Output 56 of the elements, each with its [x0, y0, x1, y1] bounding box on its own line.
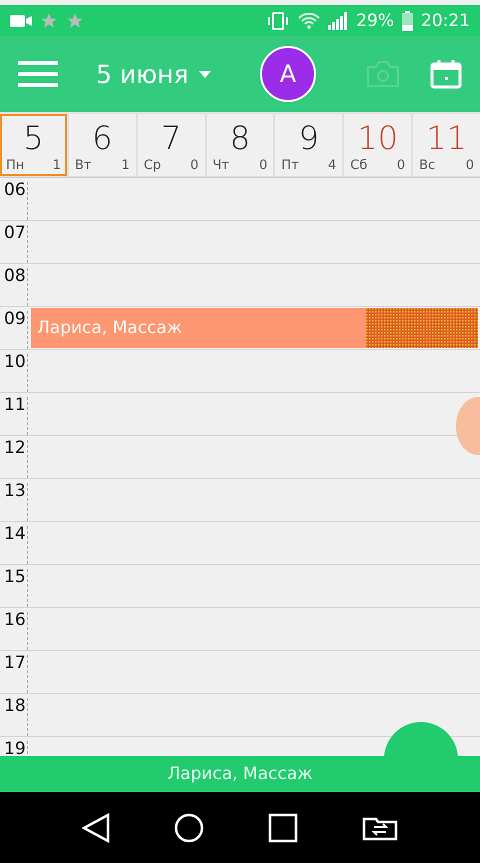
- weekday-label: Чт: [212, 158, 230, 173]
- hour-label: 17: [4, 653, 26, 673]
- day-number: 11: [425, 118, 468, 158]
- video-camera-icon: [10, 14, 32, 28]
- star-icon: [66, 12, 84, 30]
- hour-label: 15: [4, 567, 26, 587]
- day-tab[interactable]: 7 Ср 0: [138, 114, 205, 176]
- star-icon: [40, 12, 58, 30]
- event-count: 0: [259, 158, 268, 173]
- day-number: 7: [160, 118, 182, 158]
- hour-label: 12: [4, 438, 26, 458]
- hour-label: 10: [4, 352, 26, 372]
- day-number: 6: [91, 118, 114, 158]
- hour-label: 18: [4, 696, 26, 716]
- day-tab[interactable]: 9 Пт 4: [275, 114, 342, 176]
- event-count: 0: [190, 158, 199, 173]
- back-icon[interactable]: [82, 812, 110, 842]
- day-tab[interactable]: 11 Вс 0: [413, 114, 480, 176]
- hour-label: 07: [4, 223, 26, 243]
- battery-percent: 29%: [356, 10, 394, 30]
- hour-label: 09: [4, 309, 26, 329]
- weekday-label: Вт: [74, 158, 92, 173]
- day-tab[interactable]: 6 Вт 1: [68, 114, 136, 176]
- weekday-label: Пн: [6, 158, 24, 173]
- day-number: 10: [356, 118, 400, 158]
- avatar[interactable]: A: [260, 46, 316, 102]
- day-number: 9: [298, 118, 320, 158]
- day-number: 8: [228, 118, 252, 158]
- day-tab[interactable]: 5 Пн 1: [0, 114, 67, 176]
- event-count: 0: [396, 158, 406, 173]
- signal-icon: [328, 12, 348, 30]
- recents-icon[interactable]: [268, 812, 298, 842]
- wifi-icon: [298, 12, 320, 28]
- event-count: 1: [52, 158, 61, 173]
- event-count: 1: [121, 158, 130, 173]
- caret-icon: [198, 70, 211, 78]
- weekday-label: Пт: [281, 158, 299, 173]
- event-count: 4: [328, 158, 336, 173]
- vibrate-icon: [266, 12, 290, 30]
- hour-label: 06: [4, 180, 26, 200]
- weekday-label: Сб: [350, 158, 368, 173]
- weekday-label: Вс: [419, 158, 436, 173]
- day-number: 5: [22, 118, 45, 158]
- event-count: 0: [466, 158, 474, 173]
- day-tab[interactable]: 10 Сб 0: [344, 114, 412, 176]
- clock-time: 20:21: [421, 10, 470, 30]
- hour-label: 19: [4, 739, 26, 756]
- home-icon[interactable]: [174, 812, 204, 842]
- hour-label: 11: [4, 395, 26, 415]
- day-tab[interactable]: 8 Чт 0: [206, 114, 274, 176]
- battery-icon: [402, 10, 413, 30]
- hour-label: 08: [4, 266, 26, 286]
- weekday-label: Ср: [144, 158, 162, 173]
- hour-label: 16: [4, 610, 26, 630]
- hour-label: 14: [4, 524, 26, 544]
- hour-label: 13: [4, 481, 26, 501]
